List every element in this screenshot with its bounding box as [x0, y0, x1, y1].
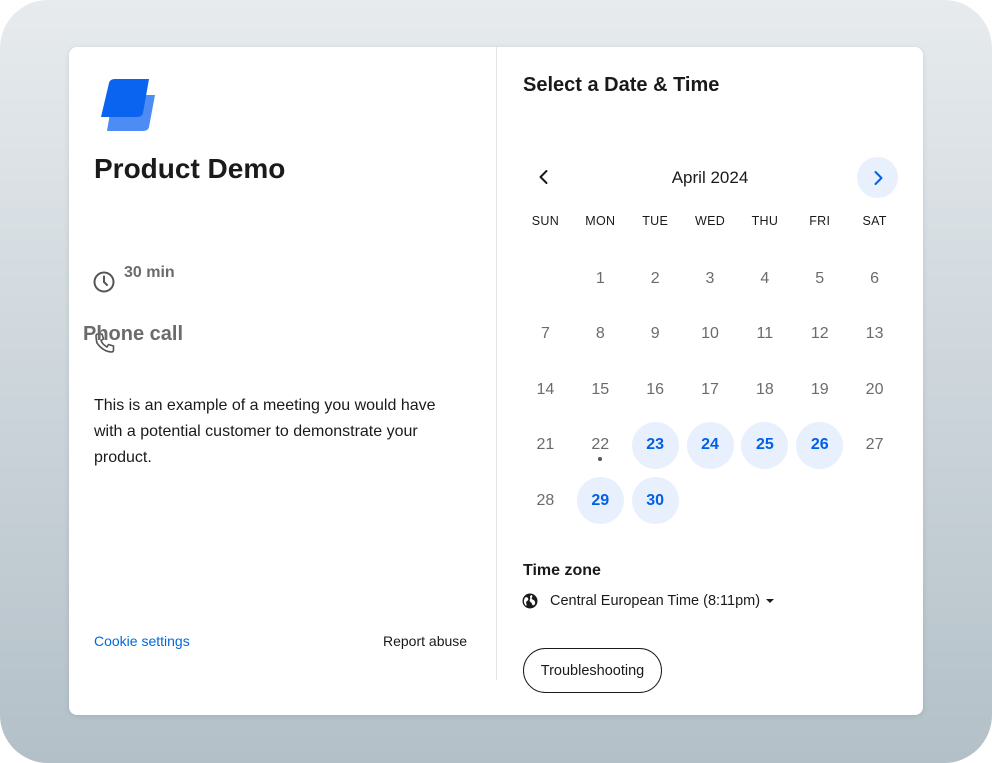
timezone-label: Time zone: [523, 562, 601, 579]
day-cell: 16: [628, 362, 683, 418]
day-cell: 29: [573, 473, 628, 529]
day-button-23[interactable]: 23: [631, 421, 679, 469]
day-button-25[interactable]: 25: [741, 421, 789, 469]
day-13: 13: [865, 325, 884, 343]
event-description: This is an example of a meeting you woul…: [94, 397, 436, 466]
chevron-left-icon: [539, 170, 548, 184]
day-6: 6: [870, 269, 880, 287]
day-14: 14: [536, 380, 555, 398]
day-button-24[interactable]: 24: [686, 421, 734, 469]
day-16: 16: [646, 380, 665, 398]
day-cell: 4: [737, 251, 792, 307]
globe-icon: [522, 593, 538, 609]
day-7: 7: [540, 325, 550, 343]
weekday-sun: SUN: [531, 214, 560, 228]
report-abuse-link[interactable]: Report abuse: [383, 633, 467, 649]
day-cell: 14: [518, 362, 573, 418]
day-cell: 6: [847, 251, 902, 307]
day-cell: 9: [628, 307, 683, 363]
weekday-header: SUN MON TUE WED THU FRI SAT: [518, 214, 902, 228]
day-12: 12: [810, 325, 829, 343]
day-cell: 28: [518, 473, 573, 529]
day-button-29[interactable]: 29: [576, 477, 624, 525]
window-frame: Product Demo 30 min Phone call This is a…: [0, 0, 992, 763]
day-28: 28: [536, 491, 555, 509]
day-4: 4: [760, 269, 770, 287]
day-10: 10: [701, 325, 719, 343]
day-cell: 3: [683, 251, 738, 307]
cookie-settings-link[interactable]: Cookie settings: [94, 633, 190, 649]
day-8: 8: [595, 325, 605, 343]
troubleshooting-button[interactable]: Troubleshooting: [523, 648, 662, 693]
day-cell: 26: [792, 418, 847, 474]
day-17: 17: [701, 380, 719, 398]
day-2: 2: [650, 269, 660, 287]
day-cell: 17: [683, 362, 738, 418]
day-cell: 2: [628, 251, 683, 307]
day-cell: 8: [573, 307, 628, 363]
day-cell: 7: [518, 307, 573, 363]
day-5: 5: [815, 269, 825, 287]
day-27: 27: [865, 436, 884, 454]
day-9: 9: [650, 325, 660, 343]
day-cell: 23: [628, 418, 683, 474]
day-cell: 21: [518, 418, 573, 474]
day-cell: 12: [792, 307, 847, 363]
month-label: April 2024: [671, 168, 749, 187]
caret-down-icon: [765, 598, 775, 604]
timezone-select[interactable]: Central European Time (8:11pm): [522, 590, 775, 612]
day-cell: 30: [628, 473, 683, 529]
day-cell: 18: [737, 362, 792, 418]
weekday-fri: FRI: [809, 214, 831, 228]
calendar-grid: 1 2 3 4 5 6 7 8 9 10 11 12 13 14 15 16 17 18 19 20 21 22 23 24 2…: [518, 251, 902, 529]
event-location-text: Phone call: [83, 323, 184, 345]
day-cell: 27: [847, 418, 902, 474]
day-22: 22: [577, 422, 624, 469]
day-cell: 11: [737, 307, 792, 363]
day-19: 19: [810, 380, 829, 398]
day-11: 11: [756, 325, 774, 343]
next-month-button[interactable]: [857, 157, 898, 198]
day-cell: 25: [737, 418, 792, 474]
day-18: 18: [755, 380, 774, 398]
day-1: 1: [595, 269, 605, 287]
previous-month-button[interactable]: [524, 157, 564, 197]
day-cell: 19: [792, 362, 847, 418]
day-cell: 5: [792, 251, 847, 307]
today-indicator: [598, 456, 603, 461]
day-cell: 10: [683, 307, 738, 363]
event-location: Phone call: [83, 323, 283, 353]
day-21: 21: [536, 436, 555, 454]
product-logo-icon: [101, 79, 155, 131]
day-cell: 15: [573, 362, 628, 418]
day-15: 15: [591, 380, 610, 398]
panel-divider: [496, 47, 497, 680]
day-20: 20: [865, 380, 884, 398]
day-3: 3: [705, 269, 715, 287]
day-cell: 22: [573, 418, 628, 474]
weekday-sat: SAT: [862, 214, 887, 228]
day-button-26[interactable]: 26: [796, 421, 844, 469]
picker-title: Select a Date & Time: [523, 74, 720, 96]
clock-icon: [93, 271, 115, 293]
timezone-value: Central European Time (8:11pm): [550, 593, 761, 609]
weekday-mon: MON: [585, 214, 616, 228]
weekday-thu: THU: [751, 214, 779, 228]
chevron-right-icon: [874, 170, 882, 185]
day-cell: 13: [847, 307, 902, 363]
event-title: Product Demo: [94, 153, 286, 184]
empty-day-cell: [518, 251, 573, 307]
event-duration-text: 30 min: [124, 264, 175, 281]
day-cell: 20: [847, 362, 902, 418]
day-cell: 1: [573, 251, 628, 307]
weekday-wed: WED: [694, 214, 726, 228]
day-button-30[interactable]: 30: [631, 477, 679, 525]
day-cell: 24: [683, 418, 738, 474]
weekday-tue: TUE: [642, 214, 669, 228]
